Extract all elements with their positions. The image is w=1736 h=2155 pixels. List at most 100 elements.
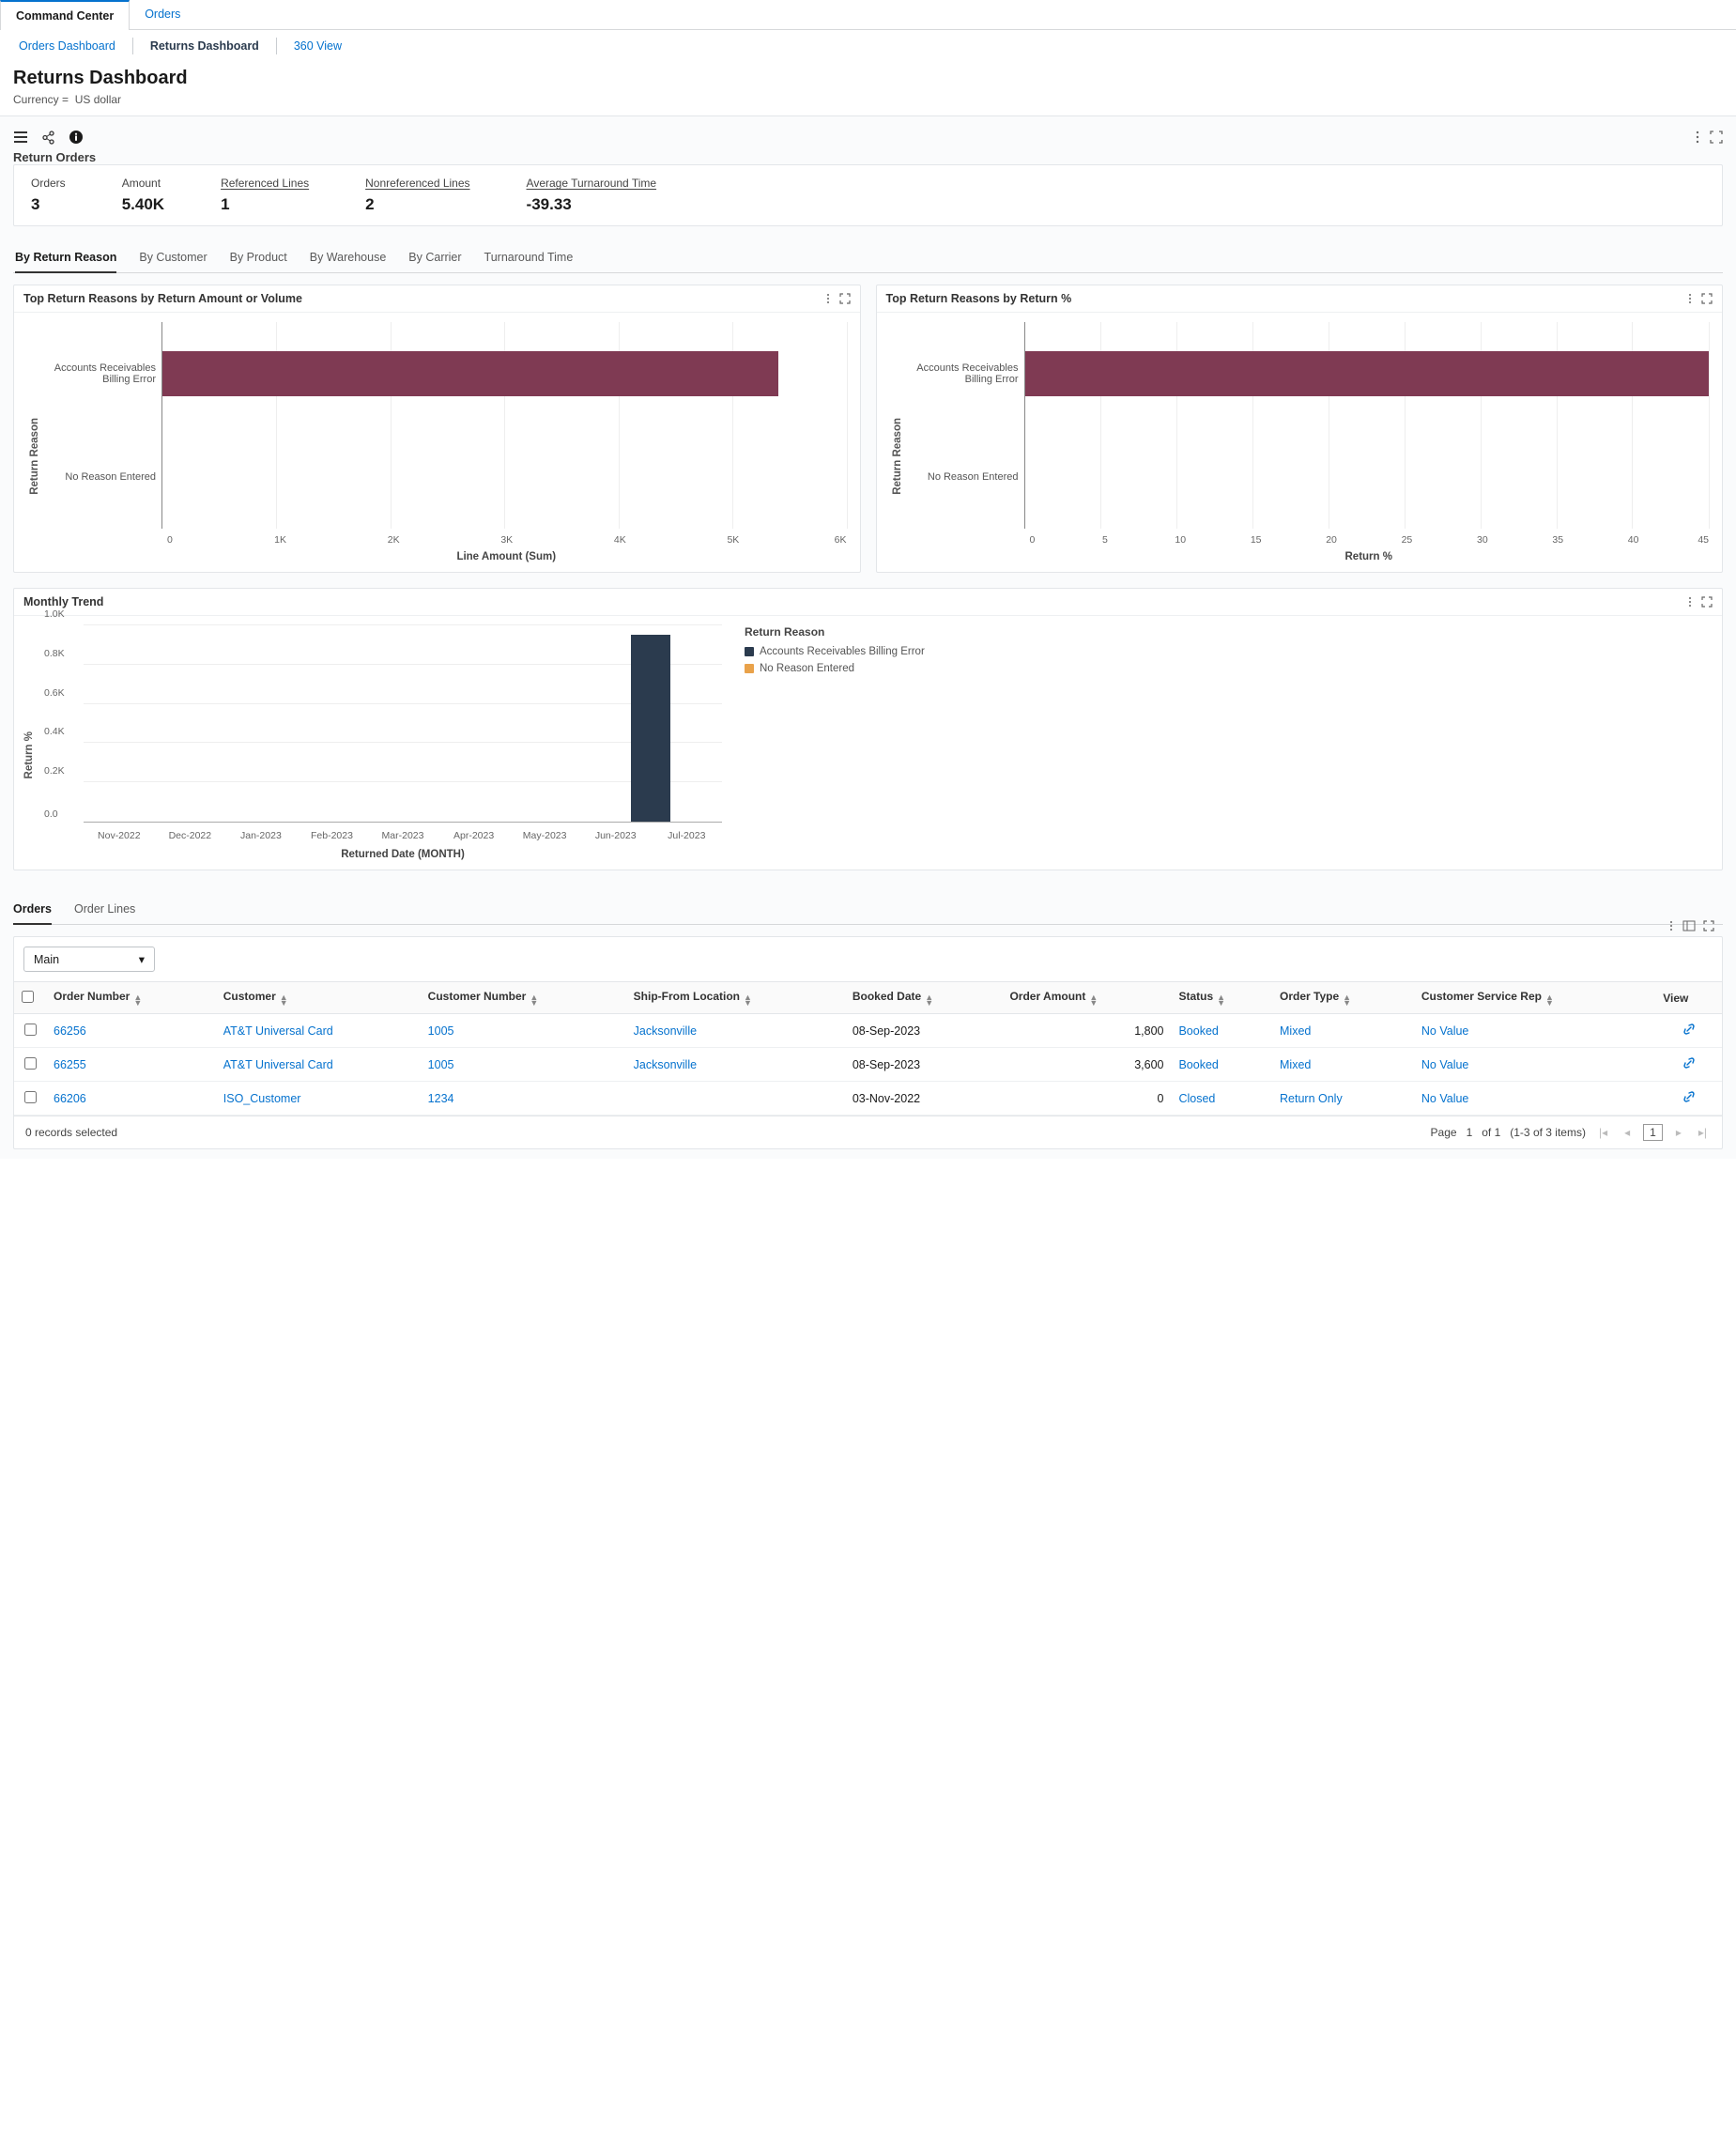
expand-icon[interactable] <box>1701 596 1713 608</box>
view-link-icon[interactable] <box>1682 1022 1697 1037</box>
col-status[interactable]: Status <box>1178 990 1213 1003</box>
tab-by-return-reason[interactable]: By Return Reason <box>15 243 116 273</box>
legend-item[interactable]: Accounts Receivables Billing Error <box>745 646 925 657</box>
col-customer[interactable]: Customer <box>223 990 276 1003</box>
tab-by-customer[interactable]: By Customer <box>139 243 207 272</box>
sort-icon[interactable]: ▲▼ <box>1343 994 1351 1006</box>
tab-orders-dashboard[interactable]: Orders Dashboard <box>9 36 125 56</box>
sort-icon[interactable]: ▲▼ <box>1217 994 1225 1006</box>
col-order-type[interactable]: Order Type <box>1280 990 1339 1003</box>
order-number-link[interactable]: 66255 <box>54 1058 86 1071</box>
chart-top-return-percent: Top Return Reasons by Return % Return Re… <box>876 285 1724 573</box>
order-type-link[interactable]: Mixed <box>1280 1024 1311 1038</box>
page-first-button[interactable]: |◂ <box>1595 1124 1611 1141</box>
chart-top-return-amount: Top Return Reasons by Return Amount or V… <box>13 285 861 573</box>
sort-icon[interactable]: ▲▼ <box>744 994 752 1006</box>
row-checkbox[interactable] <box>24 1024 37 1036</box>
csr-link[interactable]: No Value <box>1421 1024 1469 1038</box>
sort-icon[interactable]: ▲▼ <box>925 994 933 1006</box>
tab-orders[interactable]: Orders <box>130 0 195 29</box>
customer-number-link[interactable]: 1005 <box>428 1024 454 1038</box>
expand-icon[interactable] <box>1710 131 1723 144</box>
expand-icon[interactable] <box>1703 920 1714 931</box>
primary-tabs: Command Center Orders <box>0 0 1736 30</box>
kpi-nonreferenced-label: Nonreferenced Lines <box>365 177 469 190</box>
order-number-link[interactable]: 66206 <box>54 1092 86 1105</box>
caret-down-icon: ▾ <box>139 952 145 966</box>
customer-link[interactable]: AT&T Universal Card <box>223 1058 333 1071</box>
share-icon[interactable] <box>41 131 55 145</box>
info-icon[interactable] <box>69 130 84 145</box>
sort-icon[interactable]: ▲▼ <box>280 994 288 1006</box>
kpi-turnaround-label: Average Turnaround Time <box>527 177 657 190</box>
y-axis-label: Return Reason <box>29 418 40 495</box>
tab-order-lines[interactable]: Order Lines <box>74 895 135 924</box>
tab-by-warehouse[interactable]: By Warehouse <box>310 243 387 272</box>
customer-link[interactable]: AT&T Universal Card <box>223 1024 333 1038</box>
orders-table-card: Main ▾ Order Number▲▼ Customer▲▼ Custome… <box>13 936 1723 1149</box>
sidebar-toggle-icon[interactable] <box>1682 920 1696 931</box>
menu-icon[interactable] <box>13 131 28 144</box>
tab-by-product[interactable]: By Product <box>230 243 287 272</box>
csr-link[interactable]: No Value <box>1421 1092 1469 1105</box>
sort-icon[interactable]: ▲▼ <box>1545 994 1554 1006</box>
customer-number-link[interactable]: 1234 <box>428 1092 454 1105</box>
kpi-referenced-value: 1 <box>221 195 309 214</box>
tab-returns-dashboard[interactable]: Returns Dashboard <box>141 36 269 56</box>
customer-link[interactable]: ISO_Customer <box>223 1092 301 1105</box>
sort-icon[interactable]: ▲▼ <box>1089 994 1098 1006</box>
x-axis-label: Line Amount (Sum) <box>166 551 847 562</box>
booked-date: 08-Sep-2023 <box>845 1048 1003 1082</box>
x-axis-label: Returned Date (MONTH) <box>84 849 722 860</box>
sort-icon[interactable]: ▲▼ <box>530 994 538 1006</box>
more-vertical-icon[interactable] <box>824 293 832 304</box>
orders-table: Order Number▲▼ Customer▲▼ Customer Numbe… <box>14 981 1722 1116</box>
col-csr[interactable]: Customer Service Rep <box>1421 990 1542 1003</box>
ship-from-link[interactable]: Jacksonville <box>634 1024 697 1038</box>
status-link[interactable]: Booked <box>1178 1024 1218 1038</box>
more-vertical-icon[interactable] <box>1686 596 1694 608</box>
page-last-button[interactable]: ▸| <box>1695 1124 1711 1141</box>
more-vertical-icon[interactable] <box>1686 293 1694 304</box>
page-prev-button[interactable]: ◂ <box>1621 1124 1634 1141</box>
more-vertical-icon[interactable] <box>1667 920 1675 931</box>
view-dropdown[interactable]: Main ▾ <box>23 947 155 972</box>
view-link-icon[interactable] <box>1682 1055 1697 1070</box>
page-title: Returns Dashboard <box>13 68 1723 89</box>
col-order-amount[interactable]: Order Amount <box>1009 990 1085 1003</box>
sort-icon[interactable]: ▲▼ <box>133 994 142 1006</box>
x-axis-label: Return % <box>1029 551 1710 562</box>
status-link[interactable]: Booked <box>1178 1058 1218 1071</box>
tab-orders-list[interactable]: Orders <box>13 895 52 925</box>
bar[interactable] <box>1025 351 1710 396</box>
status-link[interactable]: Closed <box>1178 1092 1215 1105</box>
tab-turnaround-time[interactable]: Turnaround Time <box>484 243 574 272</box>
col-ship-from[interactable]: Ship-From Location <box>634 990 740 1003</box>
row-checkbox[interactable] <box>24 1091 37 1103</box>
col-customer-number[interactable]: Customer Number <box>428 990 527 1003</box>
bar[interactable] <box>162 351 778 396</box>
order-number-link[interactable]: 66256 <box>54 1024 86 1038</box>
tab-command-center[interactable]: Command Center <box>0 0 130 30</box>
page-input[interactable]: 1 <box>1643 1124 1663 1141</box>
kpi-turnaround-value: -39.33 <box>527 195 657 214</box>
ship-from-link[interactable]: Jacksonville <box>634 1058 697 1071</box>
col-order-number[interactable]: Order Number <box>54 990 130 1003</box>
select-all-checkbox[interactable] <box>22 991 34 1003</box>
view-link-icon[interactable] <box>1682 1089 1697 1104</box>
csr-link[interactable]: No Value <box>1421 1058 1469 1071</box>
order-type-link[interactable]: Return Only <box>1280 1092 1343 1105</box>
bar[interactable] <box>631 635 670 822</box>
expand-icon[interactable] <box>839 293 851 304</box>
row-checkbox[interactable] <box>24 1057 37 1070</box>
tab-360-view[interactable]: 360 View <box>284 36 351 56</box>
col-booked-date[interactable]: Booked Date <box>853 990 921 1003</box>
legend-item[interactable]: No Reason Entered <box>745 663 925 674</box>
expand-icon[interactable] <box>1701 293 1713 304</box>
tab-by-carrier[interactable]: By Carrier <box>408 243 461 272</box>
customer-number-link[interactable]: 1005 <box>428 1058 454 1071</box>
page-next-button[interactable]: ▸ <box>1672 1124 1685 1141</box>
more-vertical-icon[interactable] <box>1693 131 1702 144</box>
table-row: 66255 AT&T Universal Card 1005 Jacksonville… <box>14 1048 1722 1082</box>
order-type-link[interactable]: Mixed <box>1280 1058 1311 1071</box>
